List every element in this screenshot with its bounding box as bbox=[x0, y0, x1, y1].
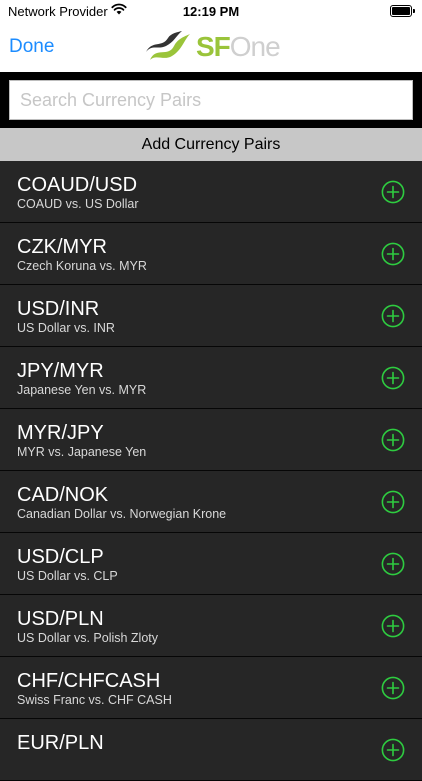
currency-pair-symbol: USD/CLP bbox=[17, 546, 104, 568]
currency-pair-description: Japanese Yen vs. MYR bbox=[17, 383, 147, 397]
list-item[interactable]: CAD/NOK Canadian Dollar vs. Norwegian Kro… bbox=[0, 471, 422, 533]
battery-icon bbox=[390, 5, 415, 17]
currency-pair-description: Swiss Franc vs. CHF CASH bbox=[17, 693, 172, 707]
add-circle-icon[interactable] bbox=[381, 676, 405, 700]
add-circle-icon[interactable] bbox=[381, 366, 405, 390]
list-item[interactable]: USD/INR US Dollar vs. INR bbox=[0, 285, 422, 347]
status-bar: Network Provider 12:19 PM bbox=[0, 0, 422, 22]
list-item[interactable]: MYR/JPY MYR vs. Japanese Yen bbox=[0, 409, 422, 471]
currency-pair-description: COAUD vs. US Dollar bbox=[17, 197, 139, 211]
add-circle-icon[interactable] bbox=[381, 738, 405, 762]
app-logo: SF One bbox=[144, 27, 281, 67]
status-time: 12:19 PM bbox=[182, 4, 240, 19]
add-circle-icon[interactable] bbox=[381, 490, 405, 514]
add-circle-icon[interactable] bbox=[381, 614, 405, 638]
list-item[interactable]: JPY/MYR Japanese Yen vs. MYR bbox=[0, 347, 422, 409]
list-item[interactable]: COAUD/USD COAUD vs. US Dollar bbox=[0, 161, 422, 223]
currency-pair-symbol: USD/PLN bbox=[17, 608, 104, 630]
add-circle-icon[interactable] bbox=[381, 242, 405, 266]
nav-bar: Done SF One bbox=[0, 22, 422, 72]
currency-pair-symbol: MYR/JPY bbox=[17, 422, 104, 444]
done-button[interactable]: Done bbox=[9, 36, 54, 58]
list-item[interactable]: USD/CLP US Dollar vs. CLP bbox=[0, 533, 422, 595]
currency-pair-description: MYR vs. Japanese Yen bbox=[17, 445, 147, 459]
currency-pair-symbol: EUR/PLN bbox=[17, 732, 104, 754]
add-circle-icon[interactable] bbox=[381, 428, 405, 452]
currency-pair-description: Canadian Dollar vs. Norwegian Krone bbox=[17, 507, 227, 521]
add-circle-icon[interactable] bbox=[381, 180, 405, 204]
search-area bbox=[0, 72, 422, 128]
add-circle-icon[interactable] bbox=[381, 304, 405, 328]
swoosh-logo-icon bbox=[146, 31, 190, 60]
currency-pair-symbol: JPY/MYR bbox=[17, 360, 104, 382]
logo-one-text: One bbox=[229, 31, 281, 62]
currency-pair-symbol: COAUD/USD bbox=[17, 174, 138, 196]
currency-pair-list: COAUD/USD COAUD vs. US Dollar CZK/MYR Czech… bbox=[0, 161, 422, 781]
section-header: Add Currency Pairs bbox=[0, 128, 422, 161]
currency-pair-symbol: CAD/NOK bbox=[17, 484, 109, 506]
list-item[interactable]: EUR/PLN bbox=[0, 719, 422, 781]
add-circle-icon[interactable] bbox=[381, 552, 405, 576]
list-item[interactable]: CHF/CHFCASH Swiss Franc vs. CHF CASH bbox=[0, 657, 422, 719]
currency-pair-description: Czech Koruna vs. MYR bbox=[17, 259, 147, 273]
currency-pair-symbol: CHF/CHFCASH bbox=[17, 670, 161, 692]
search-input[interactable] bbox=[9, 80, 413, 120]
logo-sf-text: SF bbox=[196, 31, 231, 62]
currency-pair-description: US Dollar vs. CLP bbox=[17, 569, 118, 583]
currency-pair-description: US Dollar vs. Polish Zloty bbox=[17, 631, 159, 645]
currency-pair-symbol: CZK/MYR bbox=[17, 236, 107, 258]
currency-pair-description: US Dollar vs. INR bbox=[17, 321, 115, 335]
list-item[interactable]: CZK/MYR Czech Koruna vs. MYR bbox=[0, 223, 422, 285]
currency-pair-symbol: USD/INR bbox=[17, 298, 100, 320]
list-item[interactable]: USD/PLN US Dollar vs. Polish Zloty bbox=[0, 595, 422, 657]
